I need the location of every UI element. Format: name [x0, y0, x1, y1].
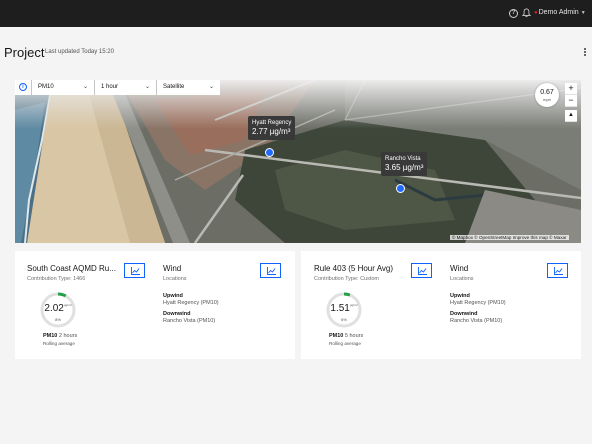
sensor-value: 3.65 µg/m³	[385, 163, 424, 172]
rule-card: South Coast AQMD Ru... Contribution Type…	[15, 251, 295, 359]
page-title: Project	[4, 45, 45, 60]
chart-icon	[267, 267, 276, 275]
view-wind-chart-button[interactable]	[260, 263, 281, 278]
view-chart-button[interactable]	[124, 263, 145, 278]
gauge: 1.51µg/m³ 6%	[325, 291, 363, 329]
chevron-down-icon: ⌄	[144, 84, 150, 90]
wind-title: Wind	[163, 264, 182, 273]
chevron-down-icon: ▼	[580, 10, 586, 16]
user-name: Demo Admin	[538, 9, 579, 16]
gauge-percent: 8%	[55, 317, 61, 322]
info-icon: i	[19, 83, 27, 91]
view-chart-button[interactable]	[411, 263, 432, 278]
overflow-menu-icon[interactable]	[584, 48, 587, 58]
help-icon[interactable]: ?	[509, 9, 518, 18]
map-attribution[interactable]: © Mapbox © OpenStreetMap Improve this ma…	[450, 235, 569, 240]
chevron-down-icon: ⌄	[82, 84, 88, 90]
interval-select[interactable]: 1 hour ⌄	[95, 80, 157, 95]
wind-speed-unit: mph	[543, 97, 551, 102]
wind-title: Wind	[450, 264, 469, 273]
pollutant-value: PM10	[38, 84, 54, 90]
top-nav-bar: ? ●Demo Admin ▼	[0, 0, 592, 27]
gauge: 2.02µg/m³ 8%	[39, 291, 77, 329]
layer-select[interactable]: Satellite ⌄	[157, 80, 220, 95]
map-imagery	[15, 80, 581, 243]
chart-icon	[131, 267, 140, 275]
sensor-value: 2.77 µg/m³	[252, 127, 291, 136]
wind-subtitle: Locations	[450, 276, 474, 282]
metric-label: PM10 5 hours	[329, 333, 364, 339]
upwind-label: Upwind	[450, 293, 470, 299]
upwind-value: Hyatt Regency (PM10)	[450, 300, 506, 306]
sensor-name: Hyatt Regency	[252, 120, 292, 126]
sensor-name: Rancho Vista	[385, 156, 421, 162]
satellite-map[interactable]	[15, 80, 581, 243]
rolling-average-label: Rolling average	[329, 341, 361, 346]
gauge-percent: 6%	[341, 317, 347, 322]
view-wind-chart-button[interactable]	[547, 263, 568, 278]
rolling-average-label: Rolling average	[43, 341, 75, 346]
zoom-in-button[interactable]: +	[565, 83, 577, 95]
sensor-marker[interactable]	[265, 148, 274, 157]
user-status-dot: ●	[534, 10, 538, 16]
zoom-out-button[interactable]: −	[565, 95, 577, 107]
rule-title: South Coast AQMD Ru...	[27, 264, 116, 273]
layer-value: Satellite	[163, 84, 185, 90]
chart-icon	[418, 267, 427, 275]
downwind-label: Downwind	[163, 311, 191, 317]
rule-card: Rule 403 (5 Hour Avg) Contribution Type:…	[301, 251, 581, 359]
chevron-down-icon: ⌄	[208, 84, 214, 90]
contribution-type: Contribution Type: 1466	[27, 276, 86, 282]
wind-speed-value: 0.67	[540, 89, 554, 96]
chart-icon	[554, 267, 563, 275]
metric-label: PM10 2 hours	[43, 333, 78, 339]
upwind-value: Hyatt Regency (PM10)	[163, 300, 219, 306]
wind-subtitle: Locations	[163, 276, 187, 282]
upwind-label: Upwind	[163, 293, 183, 299]
downwind-label: Downwind	[450, 311, 478, 317]
contribution-type: Contribution Type: Custom	[314, 276, 380, 282]
downwind-value: Rancho Vista (PM10)	[163, 318, 216, 324]
gauge-value: 2.02µg/m³	[44, 303, 72, 314]
sensor-marker[interactable]	[396, 184, 405, 193]
wind-speed-indicator: 0.67 mph	[535, 83, 559, 107]
interval-value: 1 hour	[101, 84, 119, 90]
compass-button[interactable]: ▲	[565, 110, 577, 122]
sensor-tooltip: Hyatt Regency 2.77 µg/m³	[248, 116, 296, 140]
user-menu[interactable]: ●Demo Admin ▼	[534, 9, 586, 16]
gauge-value: 1.51µg/m³	[330, 303, 358, 314]
map-toolbar: i PM10 ⌄ 1 hour ⌄ Satellite ⌄	[15, 80, 220, 95]
info-button[interactable]: i	[15, 80, 32, 95]
bell-icon[interactable]	[522, 8, 531, 18]
zoom-controls: + − ▲	[565, 83, 577, 122]
last-updated: Last updated Today 15:20	[45, 49, 114, 55]
downwind-value: Rancho Vista (PM10)	[450, 318, 503, 324]
sensor-tooltip: Rancho Vista 3.65 µg/m³	[381, 152, 428, 176]
rule-title: Rule 403 (5 Hour Avg)	[314, 264, 394, 273]
pollutant-select[interactable]: PM10 ⌄	[32, 80, 95, 95]
